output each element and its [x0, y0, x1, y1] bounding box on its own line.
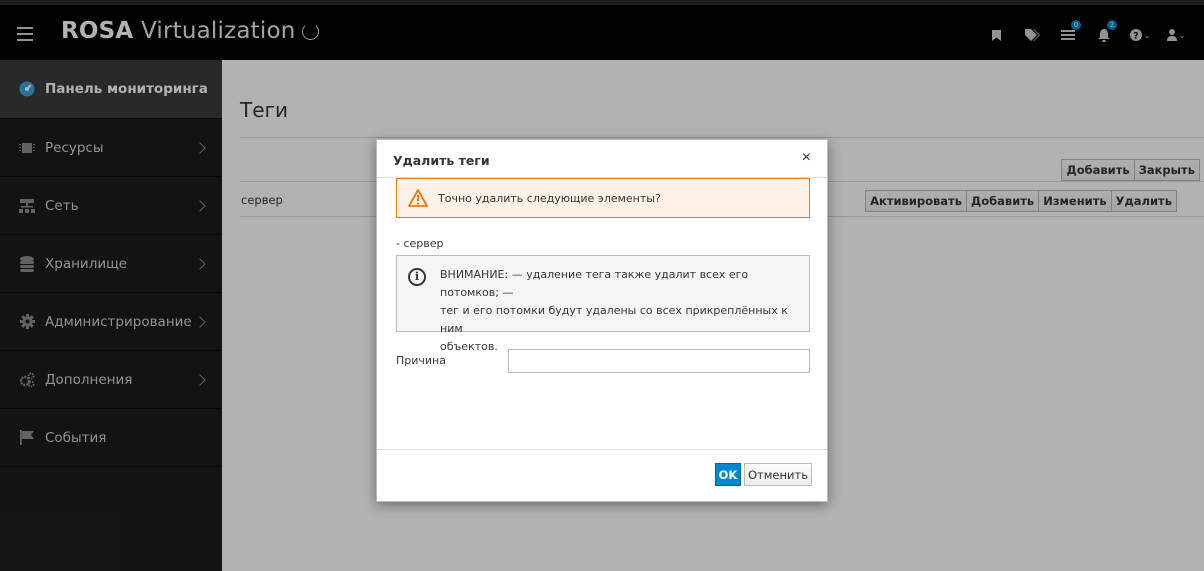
warning-text: Точно удалить следующие элементы?	[438, 191, 661, 205]
dialog-footer: OK Отменить	[377, 449, 827, 501]
info-text-line: ВНИМАНИЕ: — удаление тега также удалит в…	[440, 268, 749, 299]
close-icon[interactable]: ×	[802, 149, 811, 167]
warning-triangle-icon	[408, 189, 428, 207]
warning-alert: Точно удалить следующие элементы?	[396, 178, 810, 218]
info-text-line: тег и его потомки будут удалены со всех …	[440, 304, 788, 335]
reason-label: Причина	[396, 354, 446, 367]
delete-tags-dialog: Удалить теги × Точно удалить следующие э…	[376, 139, 828, 502]
info-icon: i	[408, 268, 426, 286]
cancel-button[interactable]: Отменить	[744, 463, 812, 486]
item-to-delete: - сервер	[396, 237, 444, 250]
ok-button[interactable]: OK	[715, 463, 741, 486]
dialog-title: Удалить теги	[393, 153, 490, 168]
dialog-header: Удалить теги ×	[377, 140, 827, 178]
reason-input[interactable]	[508, 349, 810, 373]
info-alert: i ВНИМАНИЕ: — удаление тега также удалит…	[396, 255, 810, 353]
